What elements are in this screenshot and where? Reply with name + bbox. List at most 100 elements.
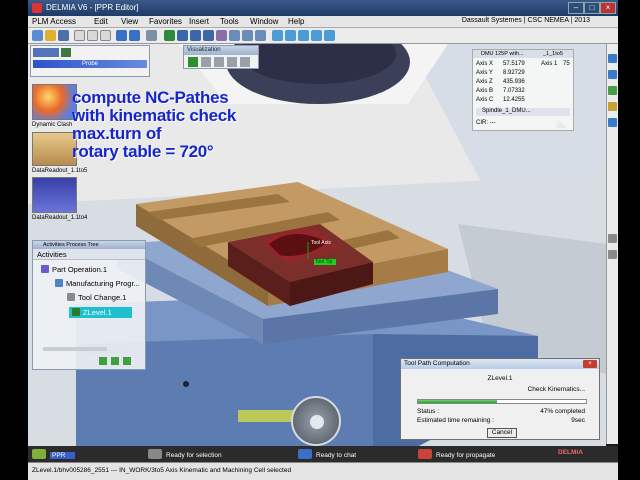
- axis-1-value: 75: [563, 61, 570, 67]
- activities-header[interactable]: Activities: [33, 249, 145, 260]
- vis-shading-icon[interactable]: [201, 57, 211, 67]
- datareadout-2-icon[interactable]: [32, 177, 77, 213]
- datareadout-1-label: DataReadout_1.1to5: [32, 168, 88, 174]
- activity-manufacturing-program[interactable]: Manufacturing Progr...: [55, 279, 140, 288]
- zoom-out-icon[interactable]: [203, 30, 214, 41]
- vis-hidden-icon[interactable]: [240, 57, 250, 67]
- right-tool-5-icon[interactable]: [608, 118, 617, 127]
- dynamic-clash-icon[interactable]: [32, 84, 77, 120]
- menu-favorites[interactable]: Favorites: [149, 17, 182, 26]
- activities-window-title: Activities Process Tree: [33, 241, 145, 249]
- menu-view[interactable]: View: [121, 17, 138, 26]
- selection-segment[interactable]: Ready for selection: [148, 449, 222, 459]
- right-tool-3-icon[interactable]: [608, 86, 617, 95]
- activity-part-operation[interactable]: Part Operation.1: [41, 265, 107, 274]
- probe-toolbar-icon[interactable]: [33, 48, 59, 57]
- activity-label: Manufacturing Progr...: [66, 279, 140, 288]
- maximize-button[interactable]: □: [584, 2, 600, 14]
- status-bar: ZLevel.1/bhv005286_2551 --- IN_WORK/3to5…: [28, 462, 618, 480]
- nav-wheel-center-icon[interactable]: [310, 415, 324, 429]
- axis-panel-tabs: DMU 125P with... _1_1to5: [473, 50, 573, 58]
- 3d-viewport[interactable]: Probe Visualization Dynamic Clash DataRe…: [28, 44, 606, 462]
- main-toolbar: [28, 28, 618, 44]
- normal-view-icon[interactable]: [216, 30, 227, 41]
- new-icon[interactable]: [32, 30, 43, 41]
- spindle-row[interactable]: Spindle_1_DMU...: [476, 108, 570, 116]
- undo-icon[interactable]: [116, 30, 127, 41]
- measure-icon[interactable]: [324, 30, 335, 41]
- visualization-title: Visualization: [184, 46, 258, 55]
- zoom-in-icon[interactable]: [190, 30, 201, 41]
- probe-option-icon[interactable]: [61, 48, 71, 57]
- right-tool-4-icon[interactable]: [608, 102, 617, 111]
- hide-show-icon[interactable]: [255, 30, 266, 41]
- axis-z-label: Axis Z: [476, 79, 493, 85]
- overlay-line-3: max.turn of: [72, 124, 162, 143]
- axis-c-label: Axis C: [476, 97, 494, 103]
- minimize-button[interactable]: –: [568, 2, 584, 14]
- tree-scrollbar[interactable]: [43, 347, 107, 351]
- cancel-button[interactable]: Cancel: [487, 428, 517, 438]
- cut-icon[interactable]: [74, 30, 85, 41]
- swap-visible-space-icon[interactable]: [272, 30, 283, 41]
- propagate-segment[interactable]: Ready for propagate: [418, 449, 495, 459]
- axis-1-label: Axis 1: [541, 61, 558, 67]
- close-button[interactable]: ×: [600, 2, 616, 14]
- menu-help[interactable]: Help: [288, 17, 304, 26]
- activity-label: ZLevel.1: [83, 308, 112, 317]
- progress-time-label: Estimated time remaining :: [417, 417, 494, 424]
- shading-icon[interactable]: [242, 30, 253, 41]
- menu-plm-access[interactable]: PLM Access: [32, 17, 76, 26]
- probe-label[interactable]: Probe: [33, 60, 147, 68]
- axis-z-value: 435.936: [503, 79, 525, 85]
- chat-segment[interactable]: Ready to chat: [298, 449, 356, 459]
- right-toolbar: [606, 44, 618, 444]
- paste-icon[interactable]: [100, 30, 111, 41]
- copy-icon[interactable]: [87, 30, 98, 41]
- pan-icon[interactable]: [164, 30, 175, 41]
- axis-tab-2[interactable]: _1_1to5: [543, 50, 563, 58]
- right-tool-6-icon[interactable]: [608, 234, 617, 243]
- render-icon[interactable]: [311, 30, 322, 41]
- vis-wire-icon[interactable]: [227, 57, 237, 67]
- save-icon[interactable]: [58, 30, 69, 41]
- fly-mode-icon[interactable]: [146, 30, 157, 41]
- iso-view-icon[interactable]: [229, 30, 240, 41]
- delmia-brand: DELMIA: [558, 449, 583, 456]
- ppr-segment[interactable]: PPR: [32, 449, 76, 459]
- datareadout-1-icon[interactable]: [32, 132, 77, 166]
- redo-icon[interactable]: [129, 30, 140, 41]
- tree-play-icon[interactable]: [99, 357, 107, 365]
- tool-axis-label: Tool Axis: [311, 240, 331, 246]
- progress-close-button[interactable]: ×: [583, 360, 597, 368]
- navigation-wheel[interactable]: [291, 396, 341, 446]
- tree-step-icon[interactable]: [111, 357, 119, 365]
- activity-tool-change[interactable]: Tool Change.1: [67, 293, 126, 302]
- menu-window[interactable]: Window: [250, 17, 278, 26]
- menu-insert[interactable]: Insert: [189, 17, 209, 26]
- open-icon[interactable]: [45, 30, 56, 41]
- part-operation-icon: [41, 265, 49, 273]
- axis-tab-1[interactable]: DMU 125P with...: [481, 50, 524, 58]
- right-tool-7-icon[interactable]: [608, 250, 617, 259]
- vis-mode-icon[interactable]: [188, 57, 198, 67]
- axis-c-value: 12.4255: [503, 97, 525, 103]
- right-tool-1-icon[interactable]: [608, 54, 617, 63]
- chat-status: Ready to chat: [316, 452, 357, 459]
- progress-bar: [417, 399, 587, 404]
- tree-stop-icon[interactable]: [123, 357, 131, 365]
- selection-status: Ready for selection: [166, 452, 222, 459]
- rotate-icon[interactable]: [177, 30, 188, 41]
- activity-label: Part Operation.1: [52, 265, 108, 274]
- right-tool-2-icon[interactable]: [608, 70, 617, 79]
- menu-edit[interactable]: Edit: [94, 17, 108, 26]
- activity-zlevel[interactable]: ZLevel.1: [69, 307, 132, 318]
- look-at-icon[interactable]: [298, 30, 309, 41]
- axis-readout-panel: DMU 125P with... _1_1to5 Axis X 57.5179 …: [472, 49, 574, 131]
- axis-y-label: Axis Y: [476, 70, 493, 76]
- vis-edges-icon[interactable]: [214, 57, 224, 67]
- tool-change-icon: [67, 293, 75, 301]
- annotation-overlay: compute NC-Pathes with kinematic check m…: [72, 89, 236, 161]
- fit-all-icon[interactable]: [285, 30, 296, 41]
- menu-tools[interactable]: Tools: [220, 17, 239, 26]
